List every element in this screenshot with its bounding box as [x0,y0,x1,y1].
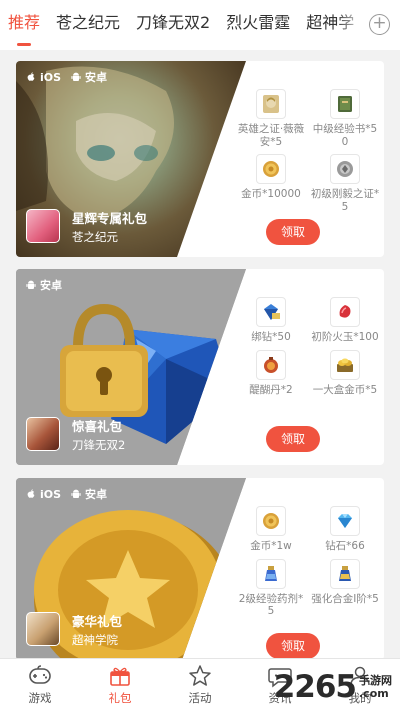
nav-games[interactable]: 游戏 [0,659,80,711]
exp-potion-icon [256,558,286,589]
claim-button[interactable]: 领取 [266,219,320,245]
tab-daofengwushuang2[interactable]: 刀锋无双2 [128,0,218,50]
tab-recommend[interactable]: 推荐 [0,0,48,50]
platform-android: 安卓 [26,277,62,293]
tab-cangzhijiyuan[interactable]: 苍之纪元 [48,0,128,50]
platform-android-label: 安卓 [85,71,108,84]
game-thumbnail [26,612,60,646]
nav-games-label: 游戏 [28,691,52,705]
alloy-icon [330,558,360,589]
claim-button[interactable]: 领取 [266,633,320,659]
user-icon [350,666,370,686]
reward-item: 一大盒金币*5 [308,349,382,397]
bottom-navigation: 游戏 礼包 活动 资讯 我的 2265 手游网 .com [0,658,400,711]
reward-item: 钻石*66 [308,506,382,553]
elixir-icon [256,349,286,380]
reward-item: 金币*1w [234,506,308,553]
category-tab-bar: 推荐 苍之纪元 刀锋无双2 烈火雷霆 超神学 + [0,0,400,50]
game-thumbnail [26,209,60,243]
reward-item: 英雄之证·薇薇安*5 [234,89,308,148]
tab-fade-overlay [336,0,366,50]
pack-name: 星辉专属礼包 [72,211,148,226]
plus-circle-icon[interactable]: + [369,14,390,35]
pack-name: 惊喜礼包 [72,419,123,434]
bound-diamond-icon [256,297,286,327]
game-art-banner: 安卓 惊喜礼包 刀锋无双2 [16,269,246,465]
platform-tags: 安卓 [26,277,62,293]
reward-item: 醍醐丹*2 [234,349,308,397]
apple-icon [27,489,35,498]
pack-name: 豪华礼包 [72,614,123,629]
reward-item: 初阶火玉*100 [308,297,382,344]
platform-ios-label: iOS [40,487,62,501]
tab-liehuoleiting[interactable]: 烈火雷霆 [218,0,298,50]
chat-bubble-icon [268,668,292,688]
nav-me[interactable]: 我的 [320,659,400,711]
game-thumbnail [26,417,60,451]
android-icon [26,280,36,289]
exp-book-icon [330,89,360,119]
gift-card-2: 安卓 惊喜礼包 刀锋无双2 绑钻*50 初阶火玉*100 醍醐丹*2 一大盒金币… [16,269,384,465]
reward-item: 金币*10000 [234,154,308,213]
platform-ios: iOS [26,486,61,502]
platform-ios-label: iOS [40,70,62,84]
reward-items: 英雄之证·薇薇安*5 中级经验书*50 金币*10000 初级刚毅之证*5 [234,89,382,213]
nav-gifts-label: 礼包 [108,691,132,705]
platform-android-label: 安卓 [40,279,62,292]
game-name: 刀锋无双2 [72,438,126,452]
platform-ios: iOS [26,69,61,85]
fire-jade-icon [330,297,360,327]
platform-android-label: 安卓 [85,488,108,501]
nav-events[interactable]: 活动 [160,659,240,711]
gold-coin-icon [256,506,286,536]
reward-item: 绑钻*50 [234,297,308,344]
game-art-banner: iOS 安卓 星辉专属礼包 苍之纪元 [16,61,246,257]
forge-cert-icon [330,154,360,184]
game-name: 超神学院 [72,633,118,647]
nav-news[interactable]: 资讯 [240,659,320,711]
reward-item: 中级经验书*50 [308,89,382,148]
reward-items: 金币*1w 钻石*66 2级经验药剂*5 强化合金I阶*5 [234,506,382,618]
gift-card-3: iOS 安卓 豪华礼包 超神学院 金币*1w 钻石*66 2级经验药剂*5 强化… [16,478,384,660]
gold-coin-icon [256,154,286,184]
android-icon [71,72,81,81]
game-name: 苍之纪元 [72,230,118,244]
reward-items: 绑钻*50 初阶火玉*100 醍醐丹*2 一大盒金币*5 [234,297,382,396]
nav-events-label: 活动 [188,691,212,705]
hero-certificate-icon [256,89,286,119]
game-art-banner: iOS 安卓 豪华礼包 超神学院 [16,478,246,660]
android-icon [71,489,81,498]
reward-item: 初级刚毅之证*5 [308,154,382,213]
gold-box-icon [330,349,360,380]
star-icon [189,665,211,686]
platform-android: 安卓 [71,69,107,85]
nav-me-label: 我的 [348,691,372,705]
gift-icon [110,667,130,686]
platform-tags: iOS 安卓 [26,69,107,85]
reward-item: 2级经验药剂*5 [234,558,308,618]
gamepad-icon [29,665,51,684]
platform-android: 安卓 [71,486,107,502]
reward-item: 强化合金I阶*5 [308,558,382,618]
platform-tags: iOS 安卓 [26,486,107,502]
diamond-icon [330,506,360,536]
nav-gifts[interactable]: 礼包 [80,659,160,711]
claim-button[interactable]: 领取 [266,426,320,452]
apple-icon [27,72,35,81]
nav-news-label: 资讯 [268,691,292,705]
gift-card-1: iOS 安卓 星辉专属礼包 苍之纪元 英雄之证·薇薇安*5 中级经验书*50 金… [16,61,384,257]
